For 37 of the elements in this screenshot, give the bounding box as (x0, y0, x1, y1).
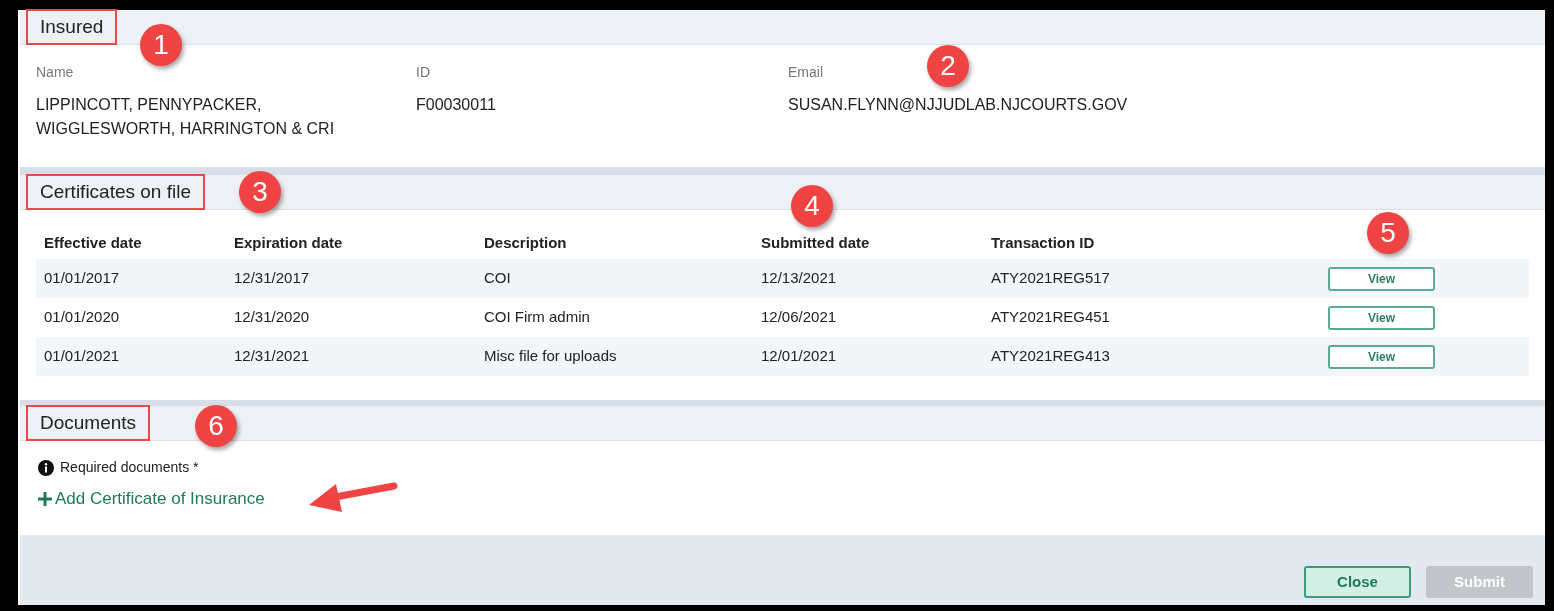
field-value: SUSAN.FLYNN@NJJUDLAB.NJCOURTS.GOV (788, 95, 1128, 115)
view-button[interactable]: View (1328, 305, 1435, 330)
add-link[interactable]: Add Certificate of Insurance (38, 486, 265, 512)
view-button[interactable]: View (1328, 344, 1435, 369)
table-cell-text: COI (484, 268, 512, 289)
table-cell-text: 01/01/2020 (44, 307, 121, 328)
table-cell-text: 01/01/2021 (44, 346, 121, 367)
plus-icon (38, 491, 52, 506)
table-cell-text: Misc file for uploads (484, 346, 618, 367)
table-cell-text: 12/01/2021 (761, 346, 838, 367)
field-label: Email (788, 63, 823, 82)
table-cell-text: 12/31/2021 (234, 346, 311, 367)
table-cell-text: ATY2021REG517 (991, 268, 1111, 289)
column-header: Submitted date (761, 232, 871, 253)
required-note: Required documents * (60, 458, 199, 477)
table-cell-text: 12/13/2021 (761, 268, 838, 289)
section-title: Documents (26, 404, 151, 442)
field-label: ID (416, 63, 430, 82)
column-header: Effective date (44, 232, 143, 253)
table-cell-text: 01/01/2017 (44, 268, 121, 289)
info-icon (38, 459, 54, 476)
table-cell-text: ATY2021REG451 (991, 307, 1111, 328)
field-value: F00030011 (416, 95, 496, 115)
field-value: LIPPINCOTT, PENNYPACKER, WIGGLESWORTH, HARRINGTON & CRI (36, 95, 336, 139)
table-cell-text: COI Firm admin (484, 307, 591, 328)
field-label: Name (36, 63, 74, 82)
view-button[interactable]: View (1328, 266, 1435, 291)
table-cell-text: 12/31/2017 (234, 268, 311, 289)
table-cell-text: ATY2021REG413 (991, 346, 1111, 367)
column-header: Description (484, 232, 568, 253)
table-cell-text: 12/06/2021 (761, 307, 838, 328)
section-title: Insured (26, 8, 118, 46)
column-header: Expiration date (234, 232, 344, 253)
column-header: Transaction ID (991, 232, 1096, 253)
close-button[interactable]: Close (1304, 566, 1411, 598)
section-title: Certificates on file (26, 173, 205, 211)
table-cell-text: 12/31/2020 (234, 307, 311, 328)
